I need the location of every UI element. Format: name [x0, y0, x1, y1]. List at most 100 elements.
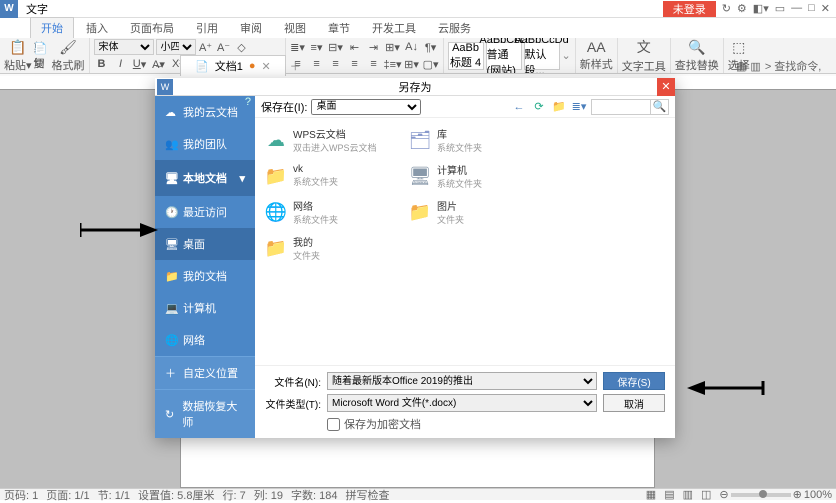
- login-button[interactable]: 未登录: [663, 1, 716, 17]
- sidebar-item-recover[interactable]: ↻数据恢复大师: [155, 389, 255, 438]
- file-item[interactable]: ☁WPS云文档双击进入WPS云文档: [261, 124, 401, 156]
- file-item[interactable]: 🖥计算机系统文件夹: [405, 160, 545, 192]
- views-icon[interactable]: ≣▾: [571, 99, 587, 115]
- back-icon[interactable]: ←: [511, 99, 527, 115]
- sort-icon[interactable]: A↓: [404, 39, 420, 55]
- align-center-icon[interactable]: ≡: [309, 56, 325, 72]
- zoom-control[interactable]: ⊖ ⊕ 100%: [719, 488, 832, 501]
- clear-format-icon[interactable]: ◇: [234, 39, 250, 55]
- line-spacing-icon[interactable]: ‡≡▾: [385, 56, 401, 72]
- strike-icon[interactable]: A̶▾: [151, 56, 167, 72]
- tab-section[interactable]: 章节: [318, 18, 360, 38]
- view-icon1[interactable]: ▦: [646, 488, 656, 501]
- dialog-close-icon[interactable]: ✕: [657, 78, 675, 96]
- style-heading4[interactable]: AaBb标题 4: [448, 42, 484, 70]
- align-right-icon[interactable]: ≡: [328, 56, 344, 72]
- zoom-in-icon[interactable]: ⊕: [793, 488, 802, 501]
- paste-button[interactable]: 📋粘贴▾: [4, 39, 32, 73]
- copy-icon[interactable]: 📄 复制: [34, 56, 50, 72]
- minimize-icon[interactable]: —: [791, 2, 802, 15]
- border-icon[interactable]: ⊞▾: [404, 56, 420, 72]
- sidebar-item-recent[interactable]: 🕐最近访问: [155, 196, 255, 228]
- tab-start[interactable]: 开始: [30, 17, 74, 38]
- tab-cloud[interactable]: 云服务: [428, 18, 481, 38]
- close-icon[interactable]: ✕: [821, 2, 830, 15]
- file-item[interactable]: 🗂库系统文件夹: [405, 124, 545, 156]
- sidebar-item-custom[interactable]: ＋自定义位置: [155, 356, 255, 389]
- italic-icon[interactable]: I: [113, 56, 129, 72]
- tab-references[interactable]: 引用: [186, 18, 228, 38]
- align-dist-icon[interactable]: ≡: [366, 56, 382, 72]
- file-item[interactable]: 📁图片文件夹: [405, 196, 545, 228]
- font-name-select[interactable]: 宋体: [94, 39, 154, 55]
- view-icon4[interactable]: ◫: [701, 488, 711, 501]
- cancel-button[interactable]: 取消: [603, 394, 665, 412]
- tab-review[interactable]: 审阅: [230, 18, 272, 38]
- sync-icon[interactable]: ↻: [722, 2, 731, 15]
- sidebar-section-local[interactable]: 🖥本地文档▾: [155, 160, 255, 196]
- status-pages[interactable]: 页面: 1/1: [46, 487, 89, 503]
- tab-view[interactable]: 视图: [274, 18, 316, 38]
- filetype-select[interactable]: Microsoft Word 文件(*.docx): [327, 394, 597, 412]
- dialog-file-list[interactable]: ☁WPS云文档双击进入WPS云文档🗂库系统文件夹📁vk系统文件夹🖥计算机系统文件…: [255, 118, 675, 365]
- style-default[interactable]: AaBbCcDd默认段...: [524, 42, 560, 70]
- bullets-icon[interactable]: ≣▾: [290, 39, 306, 55]
- fill-icon[interactable]: ▢▾: [423, 56, 439, 72]
- newfolder-icon[interactable]: 📁: [551, 99, 567, 115]
- multilevel-icon[interactable]: ⊟▾: [328, 39, 344, 55]
- encrypt-checkbox[interactable]: [327, 418, 340, 431]
- tab-pagelayout[interactable]: 页面布局: [120, 18, 184, 38]
- tab-devtools[interactable]: 开发工具: [362, 18, 426, 38]
- dialog-search-input[interactable]: [591, 99, 651, 115]
- filename-input[interactable]: 随着最新版本Office 2019的推出: [327, 372, 597, 390]
- findreplace-button[interactable]: 🔍查找替换: [675, 39, 719, 73]
- indent-dec-icon[interactable]: ⇤: [347, 39, 363, 55]
- texttool-button[interactable]: 文文字工具: [622, 38, 666, 74]
- doc-close-icon[interactable]: ✕: [261, 60, 270, 73]
- status-line[interactable]: 行: 7: [222, 487, 245, 503]
- status-col[interactable]: 列: 19: [254, 487, 283, 503]
- sidebar-item-desktop[interactable]: 🖥桌面: [155, 228, 255, 260]
- file-item[interactable]: 📁我的文件夹: [261, 232, 401, 264]
- view-icon3[interactable]: ▥: [683, 488, 693, 501]
- align-justify-icon[interactable]: ≡: [347, 56, 363, 72]
- sidebar-item-network[interactable]: 🌐网络: [155, 324, 255, 356]
- sidebar-item-team[interactable]: 👥我的团队: [155, 128, 255, 160]
- maximize-icon[interactable]: □: [808, 2, 815, 15]
- save-button[interactable]: 保存(S): [603, 372, 665, 390]
- numbering-icon[interactable]: ≡▾: [309, 39, 325, 55]
- status-sect[interactable]: 节: 1/1: [98, 487, 130, 503]
- sidebar-item-cloud[interactable]: ☁我的云文档: [155, 96, 255, 128]
- sidebar-item-computer[interactable]: 💻计算机: [155, 292, 255, 324]
- indent-inc-icon[interactable]: ⇥: [366, 39, 382, 55]
- status-spell[interactable]: 拼写检查: [346, 487, 390, 503]
- location-select[interactable]: 桌面: [311, 99, 421, 115]
- tab-insert[interactable]: 插入: [76, 18, 118, 38]
- showmarks-icon[interactable]: ¶▾: [423, 39, 439, 55]
- add-tab-icon[interactable]: ＋: [290, 58, 301, 74]
- document-tab[interactable]: 📄 文档1 ● ✕: [180, 55, 286, 77]
- dialog-search-icon[interactable]: 🔍: [651, 99, 669, 115]
- formatpainter-button[interactable]: 🖌格式刷: [52, 39, 85, 73]
- bold-icon[interactable]: B: [94, 56, 110, 72]
- status-pos[interactable]: 设置值: 5.8厘米: [138, 487, 214, 503]
- view-icon2[interactable]: ▤: [664, 488, 674, 501]
- shrink-font-icon[interactable]: A⁻: [216, 39, 232, 55]
- settings-icon[interactable]: ⚙: [737, 2, 747, 15]
- up-icon[interactable]: ⟳: [531, 99, 547, 115]
- rq-icon2[interactable]: ▥: [750, 60, 760, 73]
- styles-more-icon[interactable]: ⌄: [562, 49, 571, 62]
- status-page[interactable]: 页码: 1: [4, 487, 38, 503]
- underline-icon[interactable]: U▾: [132, 56, 148, 72]
- tabstop-icon[interactable]: ⊞▾: [385, 39, 401, 55]
- zoom-value[interactable]: 100%: [804, 489, 832, 501]
- zoom-out-icon[interactable]: ⊖: [719, 488, 728, 501]
- rq-icon1[interactable]: ▦: [736, 60, 746, 73]
- menu-icon[interactable]: ▭: [775, 2, 785, 15]
- style-normal-web[interactable]: AaBbCcD普通(网站): [486, 42, 522, 70]
- grow-font-icon[interactable]: A⁺: [198, 39, 214, 55]
- font-size-select[interactable]: 小四: [156, 39, 196, 55]
- sidebar-item-mydocs[interactable]: 📁我的文档: [155, 260, 255, 292]
- skin-icon[interactable]: ◧▾: [753, 2, 769, 15]
- file-item[interactable]: 📁vk系统文件夹: [261, 160, 401, 192]
